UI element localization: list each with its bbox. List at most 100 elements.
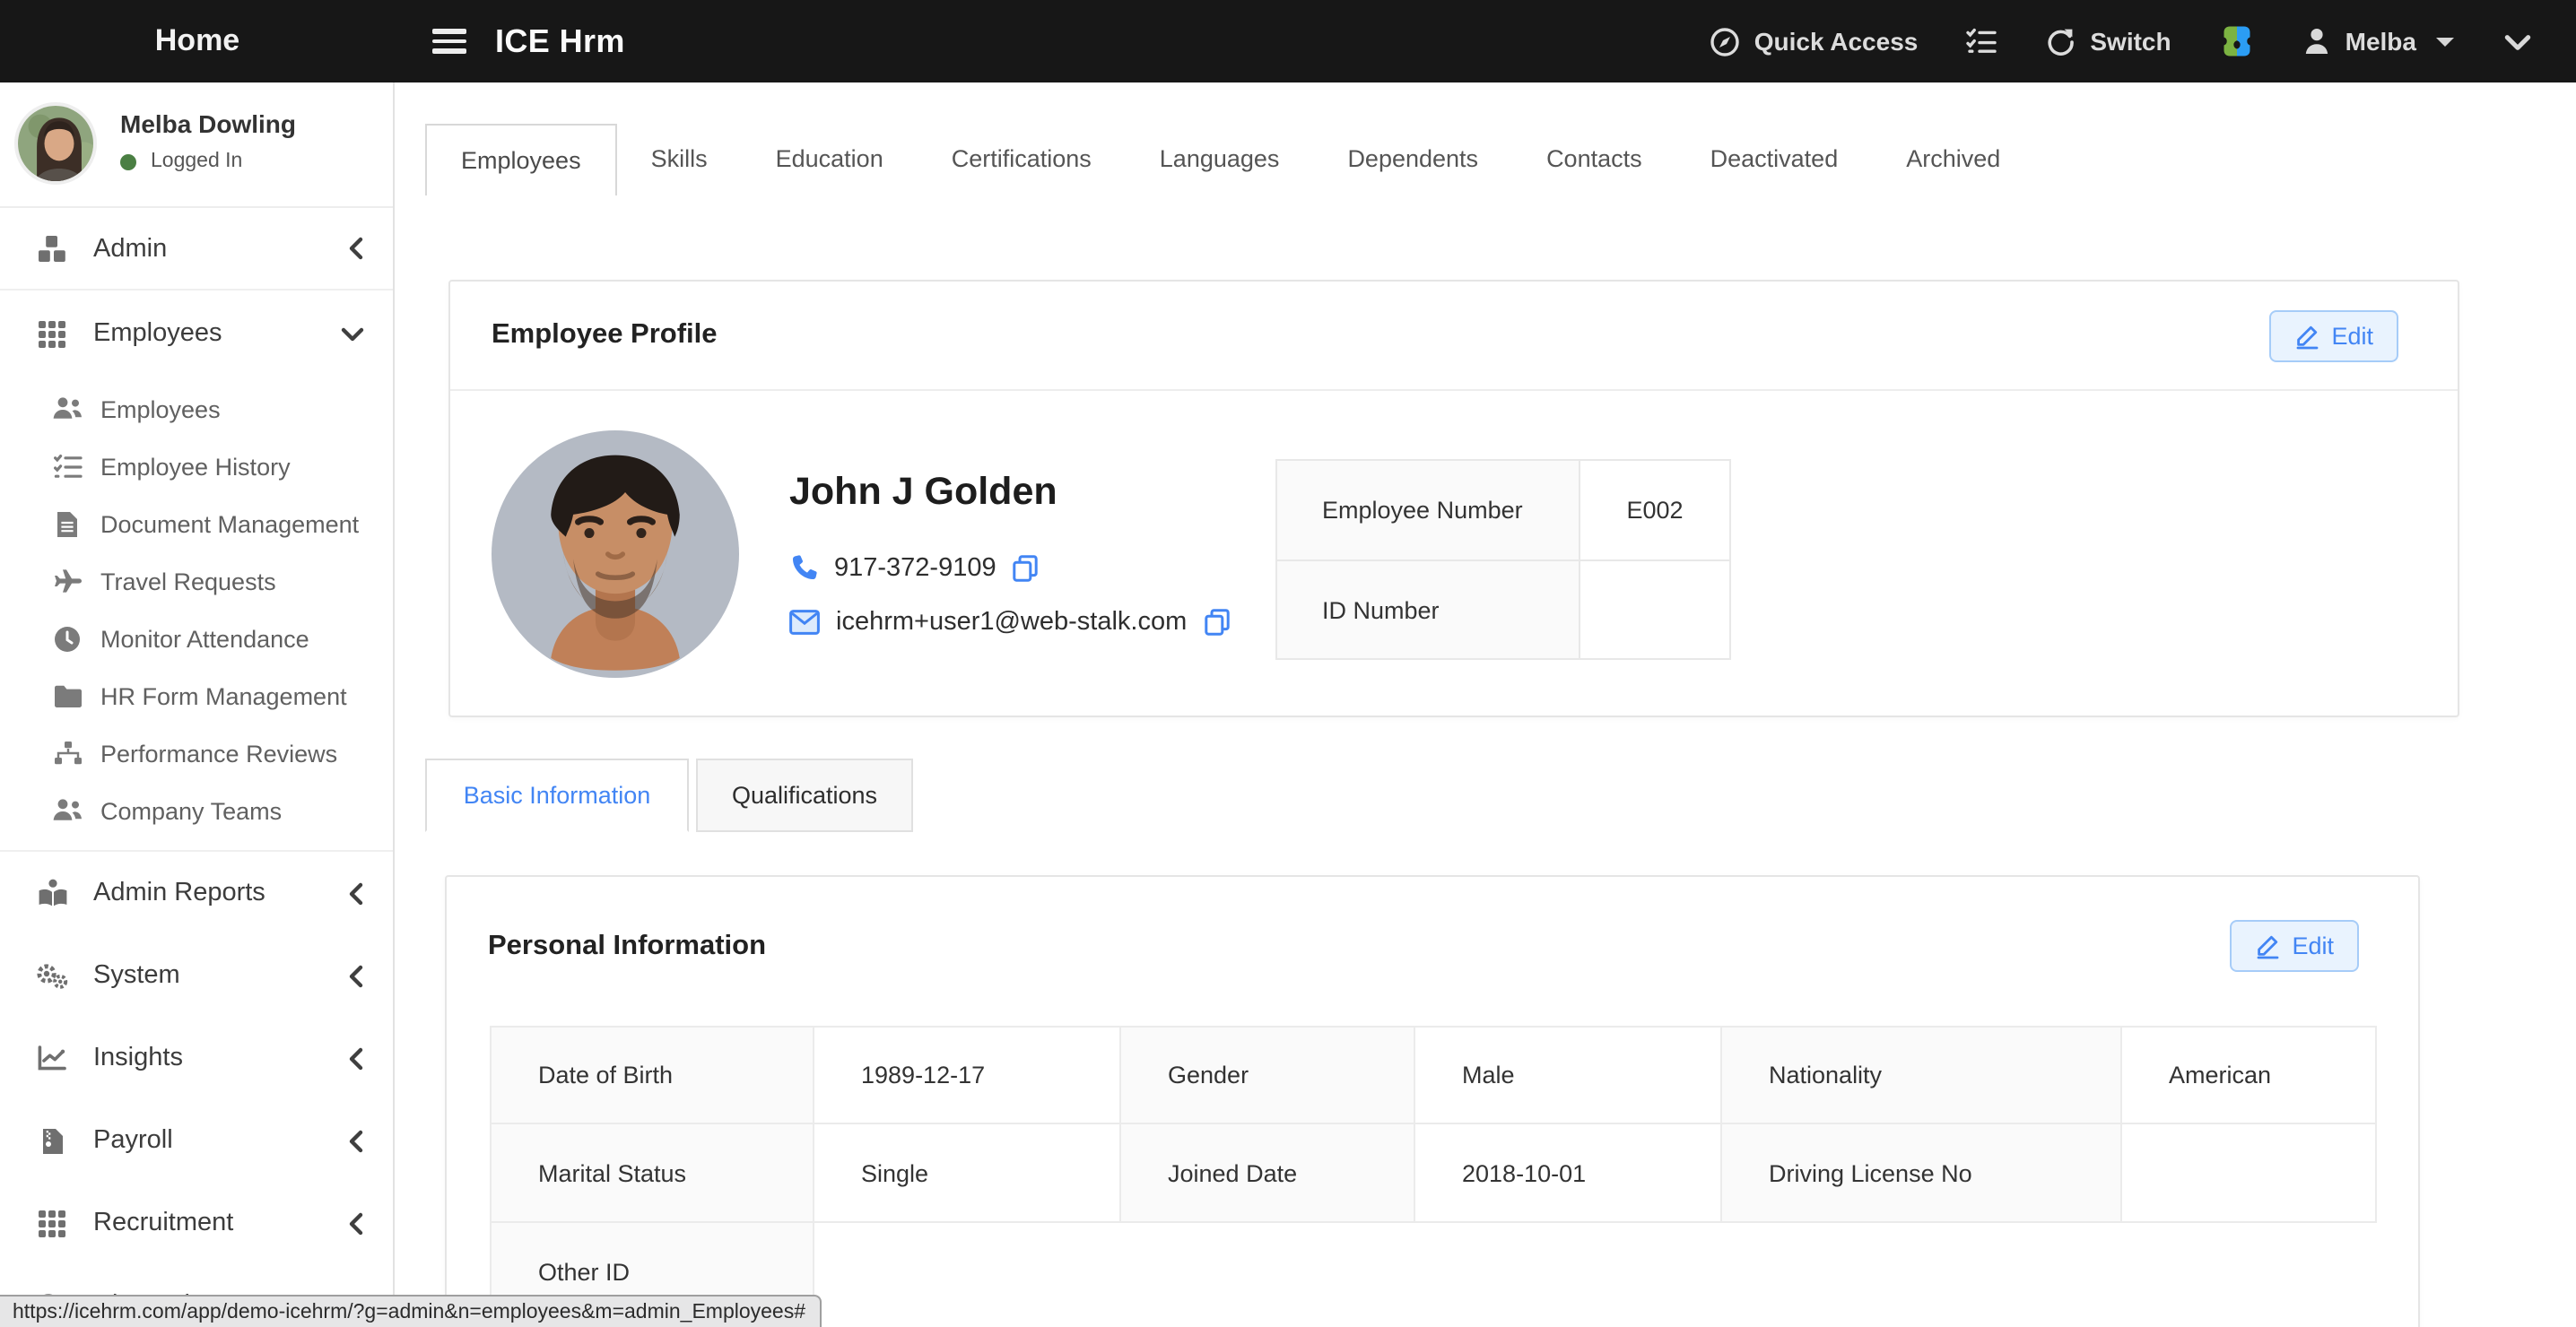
sidebar-item-hr-form-management[interactable]: HR Form Management <box>0 667 393 724</box>
file-lines-icon <box>50 510 84 537</box>
chevron-left-icon <box>348 237 364 260</box>
app-window: Home ICE Hrm Quick Access Switch <box>0 0 2576 1327</box>
sidebar-profile: Melba Dowling Logged In <box>0 82 393 208</box>
sidebar-item-admin-reports[interactable]: Admin Reports <box>0 852 393 934</box>
tab-skills[interactable]: Skills <box>617 124 742 195</box>
chevron-down-icon <box>341 325 364 342</box>
sidebar-item-system[interactable]: System <box>0 934 393 1017</box>
employee-number-value: E002 <box>1580 461 1729 559</box>
folder-icon <box>50 684 84 707</box>
tab-dependents[interactable]: Dependents <box>1313 124 1512 195</box>
edit-profile-button[interactable]: Edit <box>2268 309 2398 361</box>
table-row: Date of Birth 1989-12-17 Gender Male Nat… <box>490 1026 2377 1124</box>
home-link[interactable]: Home <box>0 23 395 59</box>
caret-down-icon <box>2436 37 2454 46</box>
sidebar-item-payroll[interactable]: Payroll <box>0 1099 393 1182</box>
chevron-left-icon <box>348 1046 364 1070</box>
card-title: Employee Profile <box>492 319 718 351</box>
language-puzzle-icon[interactable] <box>2220 23 2256 59</box>
driving-license-value <box>2122 1124 2375 1221</box>
id-number-value <box>1580 561 1729 658</box>
tab-qualifications[interactable]: Qualifications <box>696 759 913 832</box>
sidebar-item-travel-requests[interactable]: Travel Requests <box>0 552 393 610</box>
card-title: Personal Information <box>488 930 766 962</box>
avatar <box>14 102 97 185</box>
clock-icon <box>50 625 84 652</box>
gender-value: Male <box>1415 1028 1722 1123</box>
switch-rotate-icon <box>2045 26 2076 56</box>
sidebar-item-recruitment[interactable]: Recruitment <box>0 1182 393 1264</box>
chart-line-icon <box>34 1045 70 1071</box>
sidebar-item-employees-group[interactable]: Employees <box>0 291 393 377</box>
users-icon <box>50 798 84 823</box>
table-row: Employee Number E002 <box>1277 461 1729 559</box>
grid-icon <box>34 1209 70 1237</box>
marital-status-value: Single <box>814 1124 1121 1221</box>
topbar-right: Quick Access Switch Melba <box>1710 23 2576 59</box>
date-of-birth-value: 1989-12-17 <box>814 1028 1121 1123</box>
tab-contacts[interactable]: Contacts <box>1512 124 1676 195</box>
tab-employees[interactable]: Employees <box>425 124 617 195</box>
chevron-left-icon <box>348 881 364 905</box>
hamburger-menu-icon[interactable] <box>432 29 466 54</box>
employee-id-table: Employee Number E002 ID Number <box>1275 459 1731 660</box>
list-check-icon <box>50 454 84 479</box>
table-row: ID Number <box>1277 559 1729 658</box>
quick-access-button[interactable]: Quick Access <box>1710 26 1919 56</box>
detail-tabs: Basic Information Qualifications <box>425 759 913 832</box>
sidebar-item-admin[interactable]: Admin <box>0 208 393 291</box>
cubes-icon <box>34 234 70 263</box>
employee-email[interactable]: icehrm+user1@web-stalk.com <box>836 608 1187 637</box>
sidebar-item-performance-reviews[interactable]: Performance Reviews <box>0 724 393 782</box>
employees-submenu: Employees Employee History Document Mana… <box>0 377 393 852</box>
employee-profile-card: Employee Profile Edit John J Golden <box>448 280 2459 717</box>
switch-button[interactable]: Switch <box>2045 26 2171 56</box>
employee-tabs: Employees Skills Education Certification… <box>425 124 2034 195</box>
main-content: Employees Skills Education Certification… <box>395 82 2576 1327</box>
book-reader-icon <box>34 879 70 907</box>
phone-icon <box>789 554 818 583</box>
employee-phone[interactable]: 917-372-9109 <box>834 554 996 583</box>
employee-photo <box>492 430 739 678</box>
tab-archived[interactable]: Archived <box>1872 124 2034 195</box>
tab-languages[interactable]: Languages <box>1126 124 1314 195</box>
tab-certifications[interactable]: Certifications <box>918 124 1126 195</box>
topbar: Home ICE Hrm Quick Access Switch <box>0 0 2576 82</box>
tab-basic-information[interactable]: Basic Information <box>425 759 689 832</box>
plane-icon <box>50 568 84 594</box>
copy-icon[interactable] <box>1203 608 1230 637</box>
table-row: Marital Status Single Joined Date 2018-1… <box>490 1124 2377 1223</box>
joined-date-value: 2018-10-01 <box>1415 1124 1722 1221</box>
user-menu[interactable]: Melba <box>2304 27 2454 56</box>
collapse-topbar-chevron[interactable] <box>2502 26 2533 56</box>
personal-information-card: Personal Information Edit Date of Birth … <box>445 875 2420 1327</box>
sidebar-item-employee-history[interactable]: Employee History <box>0 438 393 495</box>
pencil-icon <box>2293 322 2319 349</box>
logged-in-dot <box>120 153 136 169</box>
browser-status-url: https://icehrm.com/app/demo-icehrm/?g=ad… <box>0 1295 822 1327</box>
sidebar: Melba Dowling Logged In Admin Employees <box>0 82 395 1327</box>
pencil-icon <box>2254 932 2279 959</box>
sidebar-item-company-teams[interactable]: Company Teams <box>0 782 393 839</box>
grid-icon <box>34 319 70 348</box>
tasks-button[interactable] <box>1966 27 1997 56</box>
nationality-value: American <box>2122 1028 2375 1123</box>
envelope-icon <box>789 610 820 635</box>
person-icon <box>2304 27 2331 56</box>
gears-icon <box>34 961 70 990</box>
copy-icon[interactable] <box>1013 554 1040 583</box>
employee-name: John J Golden <box>789 470 1057 515</box>
logged-in-label: Logged In <box>151 151 242 172</box>
sidebar-item-monitor-attendance[interactable]: Monitor Attendance <box>0 610 393 667</box>
users-icon <box>50 396 84 421</box>
sidebar-item-document-management[interactable]: Document Management <box>0 495 393 552</box>
personal-info-table: Date of Birth 1989-12-17 Gender Male Nat… <box>490 1026 2377 1322</box>
edit-personal-info-button[interactable]: Edit <box>2229 920 2359 972</box>
tab-education[interactable]: Education <box>742 124 918 195</box>
chevron-left-icon <box>348 1211 364 1235</box>
list-check-icon <box>1966 27 1997 56</box>
chevron-down-icon <box>2502 26 2533 56</box>
sidebar-item-employees[interactable]: Employees <box>0 380 393 438</box>
sidebar-item-insights[interactable]: Insights <box>0 1017 393 1099</box>
tab-deactivated[interactable]: Deactivated <box>1676 124 1873 195</box>
